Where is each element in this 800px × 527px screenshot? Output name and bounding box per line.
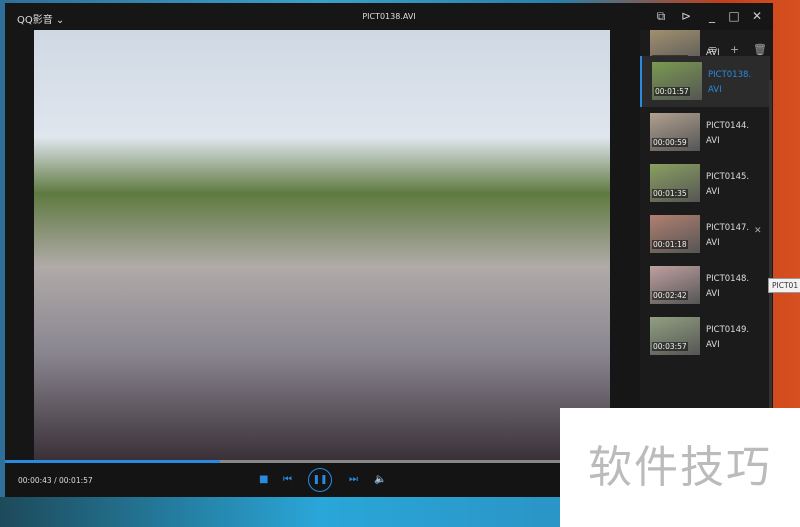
pause-button[interactable]: ❚❚ — [308, 468, 332, 492]
close-icon[interactable]: ✕ — [749, 8, 765, 24]
file-name: PICT0149. AVI — [706, 325, 750, 350]
file-name: PICT0145. AVI — [706, 172, 750, 197]
duration: 00:00:59 — [652, 138, 688, 147]
mini-mode-icon[interactable]: ⧉ — [653, 8, 669, 24]
duration: 00:01:18 — [652, 240, 688, 249]
stop-icon[interactable]: ■ — [259, 474, 268, 485]
previous-icon[interactable]: ⏮ — [283, 474, 292, 485]
title-bar: QQ影音 ⌄ PICT0138.AVI ⧉ ⊳ _ □ ✕ — [5, 3, 773, 31]
maximize-icon[interactable]: □ — [726, 8, 742, 24]
playlist-item[interactable]: 00:01:57 PICT0138. AVI — [640, 56, 770, 107]
remove-icon[interactable]: ✕ — [754, 226, 762, 236]
duration: 00:03:57 — [652, 342, 688, 351]
playlist-item[interactable]: 00:03:57 PICT0149. AVI — [640, 311, 768, 362]
watermark: 软件技巧 — [560, 408, 800, 527]
pin-icon[interactable]: ⊳ — [678, 8, 694, 24]
minimize-icon[interactable]: _ — [704, 8, 720, 24]
duration: 00:02:42 — [652, 291, 688, 300]
playlist-item[interactable]: 00:01:35 PICT0145. AVI — [640, 158, 768, 209]
file-name: PICT0148. AVI — [706, 274, 750, 299]
duration: 00:01:35 — [652, 189, 688, 198]
next-icon[interactable]: ⏭ — [349, 474, 358, 485]
volume-icon[interactable]: 🔈 — [374, 474, 386, 485]
playlist-item[interactable]: 00:02:42 PICT0148. AVI — [640, 260, 768, 311]
video-frame[interactable] — [34, 30, 610, 460]
playlist-panel: ☷ ≡ + 🗑 00:00:18 AVI 00:01:57 PICT0138. … — [640, 30, 773, 460]
file-name: PICT0138. AVI — [708, 70, 752, 95]
tooltip: PICT01 — [768, 278, 800, 293]
playlist-item[interactable]: 00:01:18 PICT0147. AVI ✕ — [640, 209, 768, 260]
duration: 00:01:57 — [654, 87, 690, 96]
playlist-item[interactable]: 00:00:59 PICT0144. AVI — [640, 107, 768, 158]
time-display: 00:00:43 / 00:01:57 — [18, 476, 93, 485]
file-name: PICT0147. AVI — [706, 223, 750, 248]
file-name: PICT0144. AVI — [706, 121, 750, 146]
playlist-scrollbar[interactable] — [769, 80, 772, 460]
